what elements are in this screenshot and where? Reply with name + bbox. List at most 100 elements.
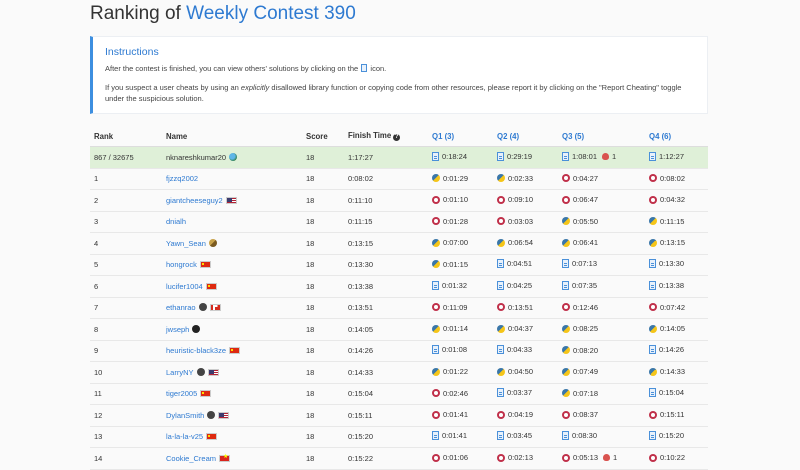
cpp-icon[interactable] — [649, 303, 657, 311]
cpp-icon[interactable] — [432, 195, 440, 204]
solution-doc-icon[interactable] — [497, 431, 504, 441]
python-icon[interactable] — [497, 238, 505, 247]
cpp-icon[interactable] — [432, 217, 440, 225]
cpp-icon[interactable] — [562, 410, 570, 419]
username-link[interactable]: la-la-la-v25 — [166, 432, 203, 441]
python-icon[interactable] — [497, 367, 505, 376]
solution-doc-icon[interactable] — [649, 151, 656, 161]
python-icon[interactable] — [432, 238, 440, 247]
solution-doc-icon[interactable] — [432, 345, 439, 355]
contest-link[interactable]: Weekly Contest 390 — [186, 3, 356, 24]
python-icon[interactable] — [649, 217, 657, 225]
python-icon[interactable] — [562, 238, 570, 247]
submission-time: 0:07:42 — [660, 302, 686, 312]
username-link[interactable]: lucifer1004 — [166, 282, 203, 291]
rank-cell: 13 — [90, 426, 162, 448]
username-link[interactable]: DylanSmith — [166, 411, 204, 420]
solution-doc-icon[interactable] — [562, 259, 569, 269]
username-link[interactable]: Cookie_Cream — [166, 454, 216, 463]
python-icon[interactable] — [432, 174, 440, 182]
solution-doc-icon[interactable] — [432, 280, 439, 290]
solution-doc-icon[interactable] — [497, 280, 504, 290]
username-link[interactable]: Yawn_Sean — [166, 239, 206, 248]
username-link[interactable]: nknareshkumar20 — [166, 153, 226, 162]
submission: 0:14:26 — [649, 345, 684, 355]
solution-doc-icon[interactable] — [497, 388, 504, 398]
submission-time: 0:02:33 — [508, 173, 534, 183]
cpp-icon[interactable] — [497, 410, 505, 419]
username-link[interactable]: tiger2005 — [166, 389, 197, 398]
cpp-icon[interactable] — [497, 217, 505, 225]
solution-doc-icon[interactable] — [562, 151, 569, 161]
python-icon[interactable] — [562, 346, 570, 354]
cpp-icon[interactable] — [432, 410, 440, 419]
submission: 0:03:45 — [497, 431, 532, 441]
python-icon[interactable] — [432, 260, 440, 268]
solution-doc-icon[interactable] — [649, 431, 656, 441]
username-link[interactable]: jwseph — [166, 325, 189, 334]
username-link[interactable]: fjzzq2002 — [166, 174, 198, 183]
python-icon[interactable] — [562, 217, 570, 225]
python-icon[interactable] — [432, 367, 440, 376]
username-link[interactable]: dnialh — [166, 217, 186, 226]
submission-time: 0:03:03 — [508, 216, 534, 226]
cpp-icon[interactable] — [562, 174, 570, 182]
solution-doc-icon[interactable] — [562, 280, 569, 290]
table-row: 5 hongrock 18 0:13:30 0:01:15 0:04:51 0:07:13 0… — [90, 254, 708, 276]
finish-time-cell: 0:14:05 — [344, 318, 428, 341]
solution-doc-icon[interactable] — [432, 151, 439, 161]
solution-doc-icon[interactable] — [497, 259, 504, 269]
python-icon[interactable] — [562, 367, 570, 376]
username-link[interactable]: giantcheeseguy2 — [166, 196, 223, 205]
cpp-icon[interactable] — [432, 389, 440, 397]
python-icon[interactable] — [562, 324, 570, 333]
col-q4[interactable]: Q4 (6) — [645, 126, 708, 147]
python-icon[interactable] — [562, 389, 570, 397]
solution-doc-icon[interactable] — [649, 280, 656, 290]
col-finish-time: Finish Time? — [344, 126, 428, 147]
col-q3[interactable]: Q3 (5) — [558, 126, 645, 147]
python-icon[interactable] — [649, 238, 657, 247]
solution-doc-icon[interactable] — [649, 259, 656, 269]
submission: 0:13:51 — [497, 303, 533, 312]
cpp-icon[interactable] — [497, 195, 505, 204]
cpp-icon[interactable] — [562, 195, 570, 204]
country-flag-icon — [219, 453, 231, 462]
solution-doc-icon[interactable] — [562, 431, 569, 441]
submission-time: 1:12:27 — [659, 151, 685, 161]
table-row: 10 LarryNY 18 0:14:33 0:01:22 0:04:50 0:07:49 0… — [90, 361, 708, 384]
submission: 0:05:50 — [562, 217, 598, 226]
username-link[interactable]: hongrock — [166, 260, 197, 269]
col-q1[interactable]: Q1 (3) — [428, 126, 493, 147]
submission-time: 0:01:22 — [443, 367, 469, 376]
solution-doc-icon[interactable] — [497, 151, 504, 161]
username-link[interactable]: heuristic-black3ze — [166, 346, 226, 355]
python-icon[interactable] — [649, 324, 657, 333]
cpp-icon[interactable] — [562, 303, 570, 311]
solution-doc-icon[interactable] — [649, 345, 656, 355]
submission: 0:09:10 — [497, 195, 533, 204]
solution-doc-icon[interactable] — [432, 431, 439, 441]
question-time-cell: 0:06:41 — [558, 232, 645, 255]
question-time-cell: 0:09:10 — [493, 189, 558, 212]
submission-time: 0:07:00 — [443, 238, 469, 247]
submission: 0:04:33 — [497, 345, 532, 355]
cpp-icon[interactable] — [649, 174, 657, 182]
finish-time-cell: 0:15:22 — [344, 447, 428, 470]
python-icon[interactable] — [649, 367, 657, 376]
rank-cell: 12 — [90, 404, 162, 427]
username-link[interactable]: LarryNY — [166, 368, 194, 377]
submission-time: 0:08:25 — [573, 324, 599, 333]
solution-doc-icon[interactable] — [497, 345, 504, 355]
python-icon[interactable] — [432, 324, 440, 333]
solution-doc-icon[interactable] — [649, 388, 656, 398]
col-q2[interactable]: Q2 (4) — [493, 126, 558, 147]
username-link[interactable]: ethanrao — [166, 303, 196, 312]
python-icon[interactable] — [497, 324, 505, 333]
cpp-icon[interactable] — [432, 303, 440, 311]
cpp-icon[interactable] — [649, 410, 657, 419]
python-icon[interactable] — [497, 174, 505, 182]
cpp-icon[interactable] — [649, 195, 657, 204]
cpp-icon[interactable] — [497, 303, 505, 311]
help-icon[interactable]: ? — [393, 134, 401, 141]
